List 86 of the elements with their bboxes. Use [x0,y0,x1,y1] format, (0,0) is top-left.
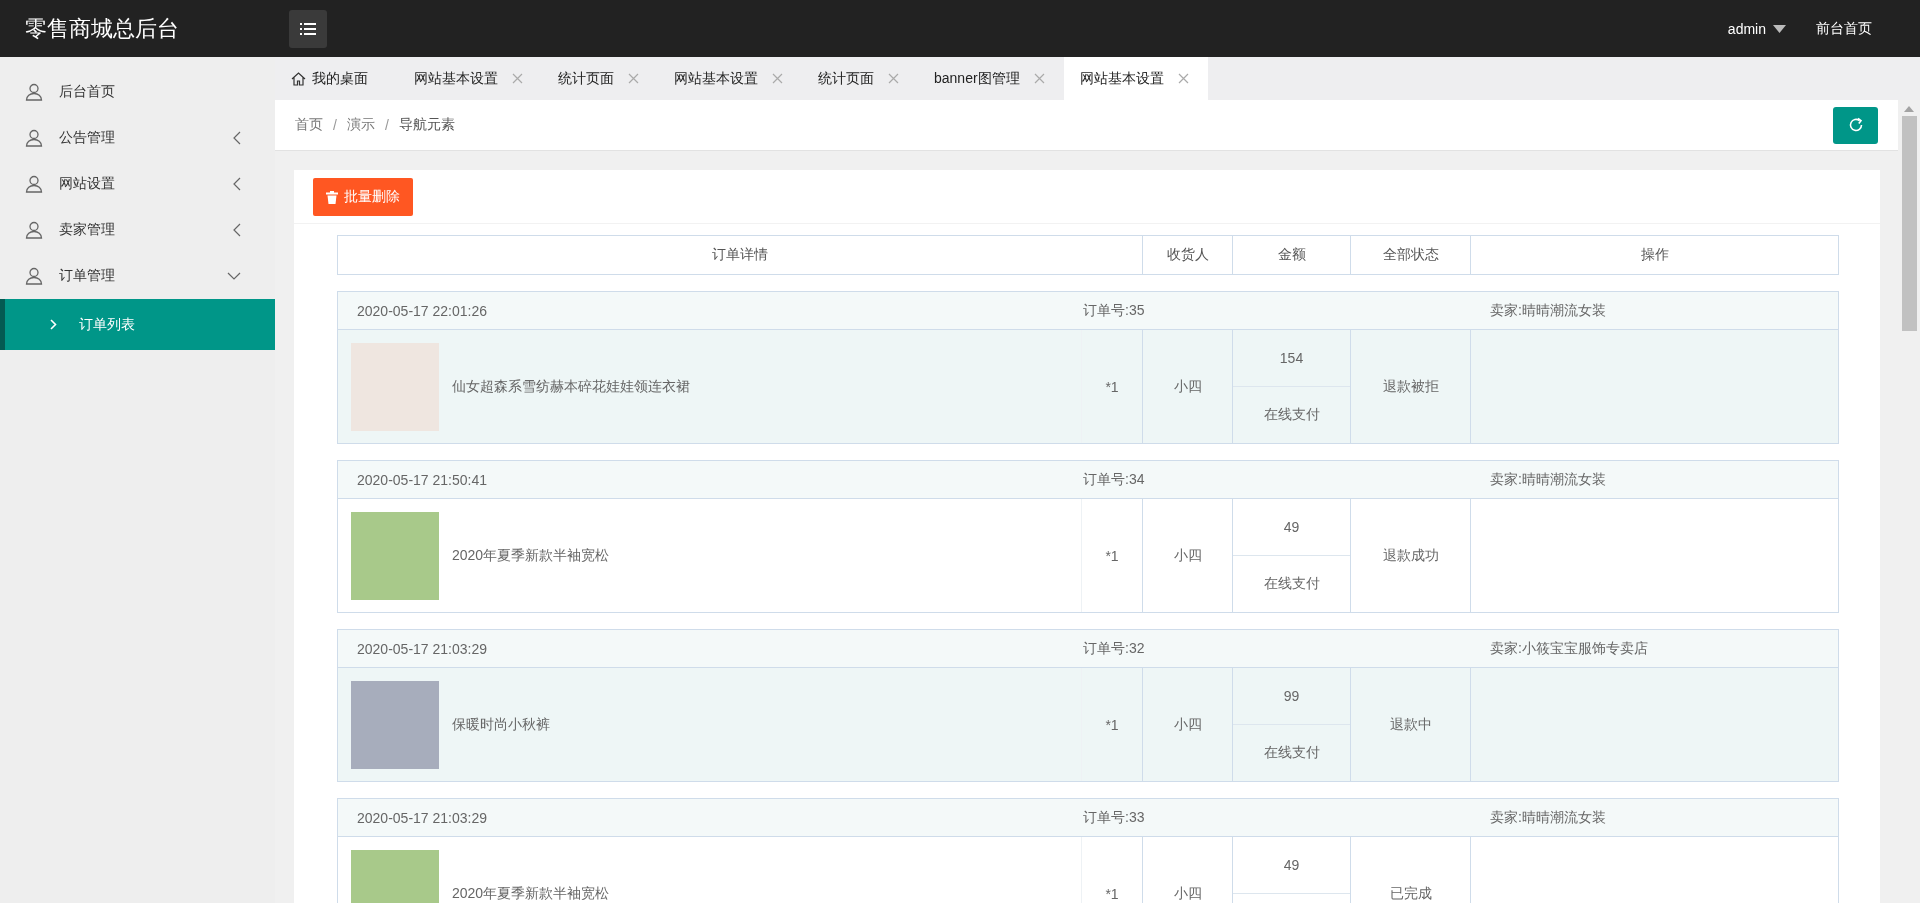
tab[interactable]: banner图管理 [918,57,1064,100]
refresh-icon [1847,117,1864,133]
tab[interactable]: 统计页面 [802,57,918,100]
amount: 154 [1233,330,1350,387]
user-icon [25,175,43,193]
trash-icon [326,190,338,204]
quantity: *1 [1105,378,1119,395]
payment-method: 在线支付 [1262,405,1321,424]
order-date: 2020-05-17 21:03:29 [356,640,488,657]
home-link[interactable]: 前台首页 [1816,19,1872,38]
quantity: *1 [1105,547,1119,564]
close-icon[interactable] [772,73,783,84]
product-name: 2020年夏季新款半袖宽松 [452,884,610,903]
payment-method: 在线支付 [1262,574,1321,593]
chevron-left-icon [232,223,241,237]
product-name: 2020年夏季新款半袖宽松 [452,546,610,565]
payment-method: 在线支付 [1262,743,1321,762]
receiver-name: 小四 [1173,715,1202,734]
tab[interactable]: 我的桌面 [275,57,398,100]
sidebar-item[interactable]: 后台首页 [0,69,275,115]
order-status: 退款中 [1389,715,1432,734]
column-header: 全部状态 [1350,236,1470,274]
product-name: 保暖时尚小秋裤 [452,715,550,734]
close-icon[interactable] [888,73,899,84]
column-header: 操作 [1470,236,1838,274]
menu-button[interactable] [289,9,327,48]
app-title: 零售商城总后台 [24,14,180,43]
home-icon [291,71,306,86]
quantity: *1 [1105,716,1119,733]
scrollbar-thumb[interactable] [1901,116,1917,331]
close-icon[interactable] [512,73,523,84]
sidebar-item[interactable]: 公告管理 [0,115,275,161]
user-icon [25,221,43,239]
sidebar-subitem[interactable]: 订单列表 [0,299,275,350]
sidebar-item[interactable]: 卖家管理 [0,207,275,253]
order-status: 退款成功 [1382,546,1439,565]
seller-name: 卖家:晴晴潮流女装 [1489,301,1607,320]
breadcrumb-link[interactable]: 导航元素 [398,116,455,134]
seller-name: 卖家:晴晴潮流女装 [1489,470,1607,489]
amount: 49 [1233,837,1350,894]
product-name: 仙女超森系雪纺赫本碎花娃娃领连衣裙 [452,377,690,396]
breadcrumb-link[interactable]: 首页 [295,116,323,134]
sidebar-item[interactable]: 网站设置 [0,161,275,207]
order-status: 退款被拒 [1382,377,1439,396]
chevron-left-icon [232,177,241,191]
scroll-up-icon[interactable] [1904,106,1914,112]
chevron-left-icon [232,131,241,145]
close-icon[interactable] [628,73,639,84]
quantity: *1 [1105,885,1119,902]
close-icon[interactable] [1177,73,1189,84]
seller-name: 卖家:晴晴潮流女装 [1489,808,1607,827]
user-icon [25,129,43,147]
column-header: 收货人 [1142,236,1232,274]
breadcrumb-separator: / [384,117,389,133]
chevron-down-icon [227,271,241,281]
order-number: 订单号:34 [1082,470,1146,489]
receiver-name: 小四 [1173,377,1202,396]
column-header: 订单详情 [711,245,769,264]
close-icon[interactable] [1033,73,1045,84]
sidebar-item[interactable]: 订单管理 [0,253,275,299]
seller-name: 卖家:小筱宝宝服饰专卖店 [1489,639,1649,658]
order-date: 2020-05-17 22:01:26 [356,302,488,319]
order-date: 2020-05-17 21:03:29 [356,809,488,826]
tab[interactable]: 网站基本设置 [1063,57,1208,100]
refresh-button[interactable] [1833,106,1878,144]
user-icon [25,267,43,285]
breadcrumb-link[interactable]: 演示 [346,116,375,134]
column-header: 金额 [1232,236,1350,274]
order-number: 订单号:35 [1082,301,1146,320]
receiver-name: 小四 [1173,546,1202,565]
amount: 99 [1233,668,1350,725]
tab[interactable]: 统计页面 [542,57,658,100]
user-menu[interactable]: admin [1727,20,1766,37]
caret-icon [1773,24,1786,33]
breadcrumb-separator: / [333,117,337,133]
tab[interactable]: 网站基本设置 [658,57,802,100]
chevron-right-icon [50,319,57,330]
menu-icon [300,22,316,35]
order-date: 2020-05-17 21:50:41 [356,471,488,488]
tab[interactable]: 网站基本设置 [398,57,542,100]
user-icon [25,83,43,101]
receiver-name: 小四 [1173,884,1202,903]
order-status: 已完成 [1389,884,1432,903]
amount: 49 [1233,499,1350,556]
order-number: 订单号:33 [1082,808,1146,827]
order-number: 订单号:32 [1082,639,1146,658]
